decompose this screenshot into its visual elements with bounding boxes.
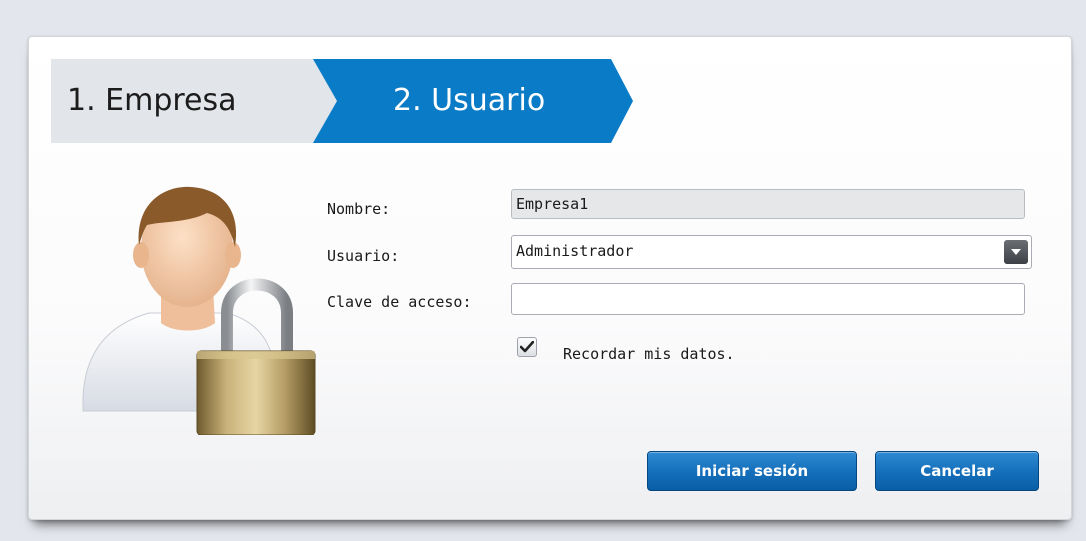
usuario-select[interactable]: Administrador [511, 235, 1032, 269]
cancel-button[interactable]: Cancelar [875, 451, 1039, 491]
nombre-field: Empresa1 [511, 189, 1025, 219]
password-input[interactable] [511, 283, 1025, 315]
checkmark-icon [520, 341, 534, 353]
remember-label[interactable]: Recordar mis datos. [563, 345, 735, 363]
step-indicator: 1. Empresa 2. Usuario [51, 59, 633, 143]
user-avatar-icon [77, 183, 327, 436]
login-button[interactable]: Iniciar sesión [647, 451, 857, 491]
login-dialog: 1. Empresa 2. Usuario Nombre: Empresa1 U… [28, 36, 1072, 520]
usuario-label: Usuario: [327, 247, 400, 265]
nombre-label: Nombre: [327, 200, 391, 218]
chevron-down-icon[interactable] [1004, 240, 1028, 264]
clave-label: Clave de acceso: [327, 293, 472, 311]
remember-checkbox[interactable] [517, 337, 537, 357]
step-1-empresa[interactable]: 1. Empresa [67, 59, 237, 143]
usuario-select-value: Administrador [516, 242, 634, 260]
step-2-usuario[interactable]: 2. Usuario [393, 59, 545, 143]
